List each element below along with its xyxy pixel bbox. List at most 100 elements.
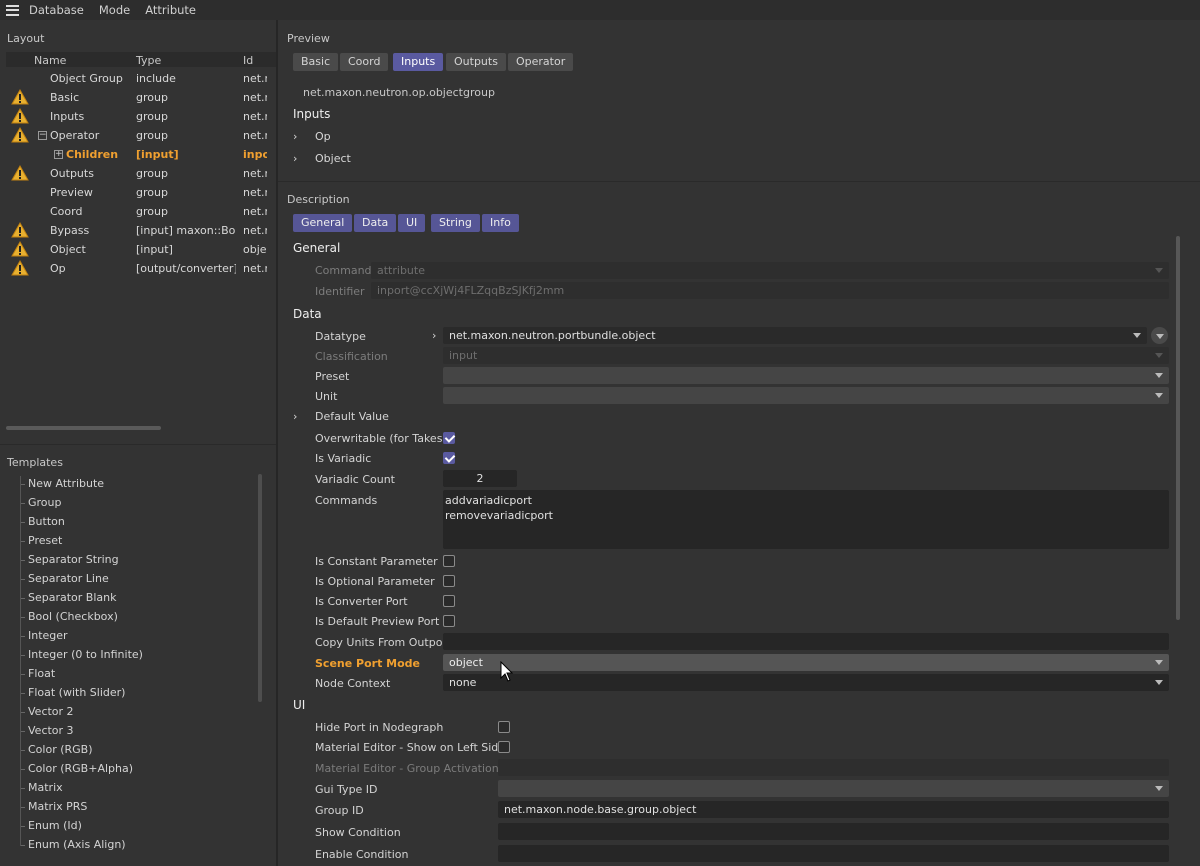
tab-data[interactable]: Data — [354, 214, 397, 232]
enable-condition-field[interactable] — [498, 845, 1169, 862]
identifier-value: inport@ccXjWj4FLZqqBzSJKfj2mm — [377, 284, 565, 297]
tab-coord[interactable]: Coord — [340, 53, 389, 71]
menu-mode[interactable]: Mode — [99, 3, 130, 17]
tab-outputs[interactable]: Outputs — [446, 53, 506, 71]
preset-dropdown[interactable] — [443, 367, 1169, 384]
layout-tree-row[interactable]: Outputs group net.r — [0, 165, 276, 184]
template-item[interactable]: Separator Line — [28, 572, 109, 585]
is-optional-label: Is Optional Parameter — [315, 575, 435, 588]
template-item[interactable]: Integer (0 to Infinite) — [28, 648, 143, 661]
layout-tree-row[interactable]: Object Group include net.r — [0, 70, 276, 89]
template-item[interactable]: Vector 3 — [28, 724, 74, 737]
template-item[interactable]: Integer — [28, 629, 68, 642]
layout-tree-row[interactable]: Coord group net.r — [0, 203, 276, 222]
layout-tree-row[interactable]: − Operator group net.r — [0, 127, 276, 146]
menu-attribute[interactable]: Attribute — [145, 3, 196, 17]
dropdown-arrow-icon — [1155, 393, 1163, 398]
tree-connector — [20, 476, 21, 846]
template-item[interactable]: Preset — [28, 534, 62, 547]
copy-units-field[interactable] — [443, 633, 1169, 650]
template-item[interactable]: Color (RGB+Alpha) — [28, 762, 133, 775]
chevron-right-icon[interactable]: › — [293, 130, 297, 143]
node-context-dropdown[interactable]: none — [443, 674, 1169, 691]
dropdown-arrow-icon — [1155, 680, 1163, 685]
tree-cell-type: group — [136, 129, 168, 142]
tree-cell-name: Inputs — [50, 110, 85, 123]
template-item[interactable]: Separator Blank — [28, 591, 116, 604]
is-variadic-checkbox[interactable] — [443, 452, 455, 464]
template-item[interactable]: Button — [28, 515, 65, 528]
tree-cell-id: net.r — [243, 167, 267, 180]
tab-ui[interactable]: UI — [398, 214, 426, 232]
chevron-right-icon[interactable]: › — [293, 152, 297, 165]
menu-database[interactable]: Database — [29, 3, 84, 17]
templates-scrollbar[interactable] — [258, 474, 262, 702]
expand-icon[interactable]: + — [54, 150, 63, 159]
chevron-right-icon[interactable]: › — [432, 329, 436, 342]
template-item[interactable]: Separator String — [28, 553, 119, 566]
warning-icon — [11, 241, 29, 257]
mat-left-checkbox[interactable] — [498, 741, 510, 753]
template-item[interactable]: Matrix — [28, 781, 63, 794]
unit-dropdown[interactable] — [443, 387, 1169, 404]
is-default-preview-checkbox[interactable] — [443, 615, 455, 627]
default-value-label[interactable]: Default Value — [315, 410, 389, 423]
identifier-field: inport@ccXjWj4FLZqqBzSJKfj2mm — [371, 282, 1169, 299]
datatype-options-button[interactable] — [1151, 327, 1168, 344]
preview-input-object[interactable]: Object — [315, 152, 351, 165]
tab-inputs[interactable]: Inputs — [393, 53, 444, 71]
preview-input-op[interactable]: Op — [315, 130, 331, 143]
layout-tree-row[interactable]: Bypass [input] maxon::Bool net.r — [0, 222, 276, 241]
is-constant-checkbox[interactable] — [443, 555, 455, 567]
layout-tree-row[interactable]: Basic group net.r — [0, 89, 276, 108]
template-item[interactable]: Bool (Checkbox) — [28, 610, 118, 623]
panel-separator — [0, 444, 276, 445]
gui-type-dropdown[interactable] — [498, 780, 1169, 797]
tab-info[interactable]: Info — [482, 214, 519, 232]
is-optional-checkbox[interactable] — [443, 575, 455, 587]
layout-tree-row[interactable]: Op [output/converter] net.r — [0, 260, 276, 279]
template-item[interactable]: Color (RGB) — [28, 743, 93, 756]
column-header-type[interactable]: Type — [136, 54, 161, 67]
commands-textarea[interactable]: addvariadicport removevariadicport — [443, 490, 1169, 549]
overwritable-checkbox[interactable] — [443, 432, 455, 444]
layout-tree-row[interactable]: Inputs group net.r — [0, 108, 276, 127]
tree-cell-id: net.r — [243, 129, 267, 142]
tree-cell-id: inpo — [243, 148, 267, 161]
menu-bar: Database Mode Attribute — [0, 0, 1200, 20]
is-converter-checkbox[interactable] — [443, 595, 455, 607]
template-item[interactable]: Enum (Axis Align) — [28, 838, 126, 851]
tab-general[interactable]: General — [293, 214, 353, 232]
is-variadic-label: Is Variadic — [315, 452, 372, 465]
description-scrollbar[interactable] — [1176, 236, 1180, 620]
datatype-dropdown[interactable]: net.maxon.neutron.portbundle.object — [443, 327, 1147, 344]
chevron-right-icon[interactable]: › — [293, 410, 297, 423]
warning-icon — [11, 108, 29, 124]
tab-basic[interactable]: Basic — [293, 53, 339, 71]
show-condition-field[interactable] — [498, 823, 1169, 840]
hamburger-menu-icon[interactable] — [6, 4, 19, 16]
dropdown-arrow-icon — [1155, 786, 1163, 791]
column-header-name[interactable]: Name — [34, 54, 66, 67]
layout-horizontal-scrollbar[interactable] — [6, 426, 161, 430]
layout-tree-row[interactable]: + Children [input] inpo — [0, 146, 276, 165]
template-item[interactable]: Float (with Slider) — [28, 686, 125, 699]
scene-port-mode-dropdown[interactable]: object — [443, 654, 1169, 671]
tab-operator[interactable]: Operator — [508, 53, 574, 71]
dropdown-arrow-icon — [1155, 660, 1163, 665]
tab-string[interactable]: String — [431, 214, 480, 232]
template-item[interactable]: Group — [28, 496, 62, 509]
template-item[interactable]: Matrix PRS — [28, 800, 87, 813]
collapse-icon[interactable]: − — [38, 131, 47, 140]
template-item[interactable]: Vector 2 — [28, 705, 74, 718]
template-item[interactable]: Float — [28, 667, 55, 680]
layout-tree-row[interactable]: Preview group net.r — [0, 184, 276, 203]
layout-tree-row[interactable]: Object [input] obje — [0, 241, 276, 260]
hide-port-checkbox[interactable] — [498, 721, 510, 733]
variadic-count-field[interactable]: 2 — [443, 470, 517, 487]
column-header-id[interactable]: Id — [243, 54, 253, 67]
template-item[interactable]: Enum (Id) — [28, 819, 82, 832]
node-context-value: none — [449, 676, 477, 689]
group-id-field[interactable]: net.maxon.node.base.group.object — [498, 801, 1169, 818]
template-item[interactable]: New Attribute — [28, 477, 104, 490]
